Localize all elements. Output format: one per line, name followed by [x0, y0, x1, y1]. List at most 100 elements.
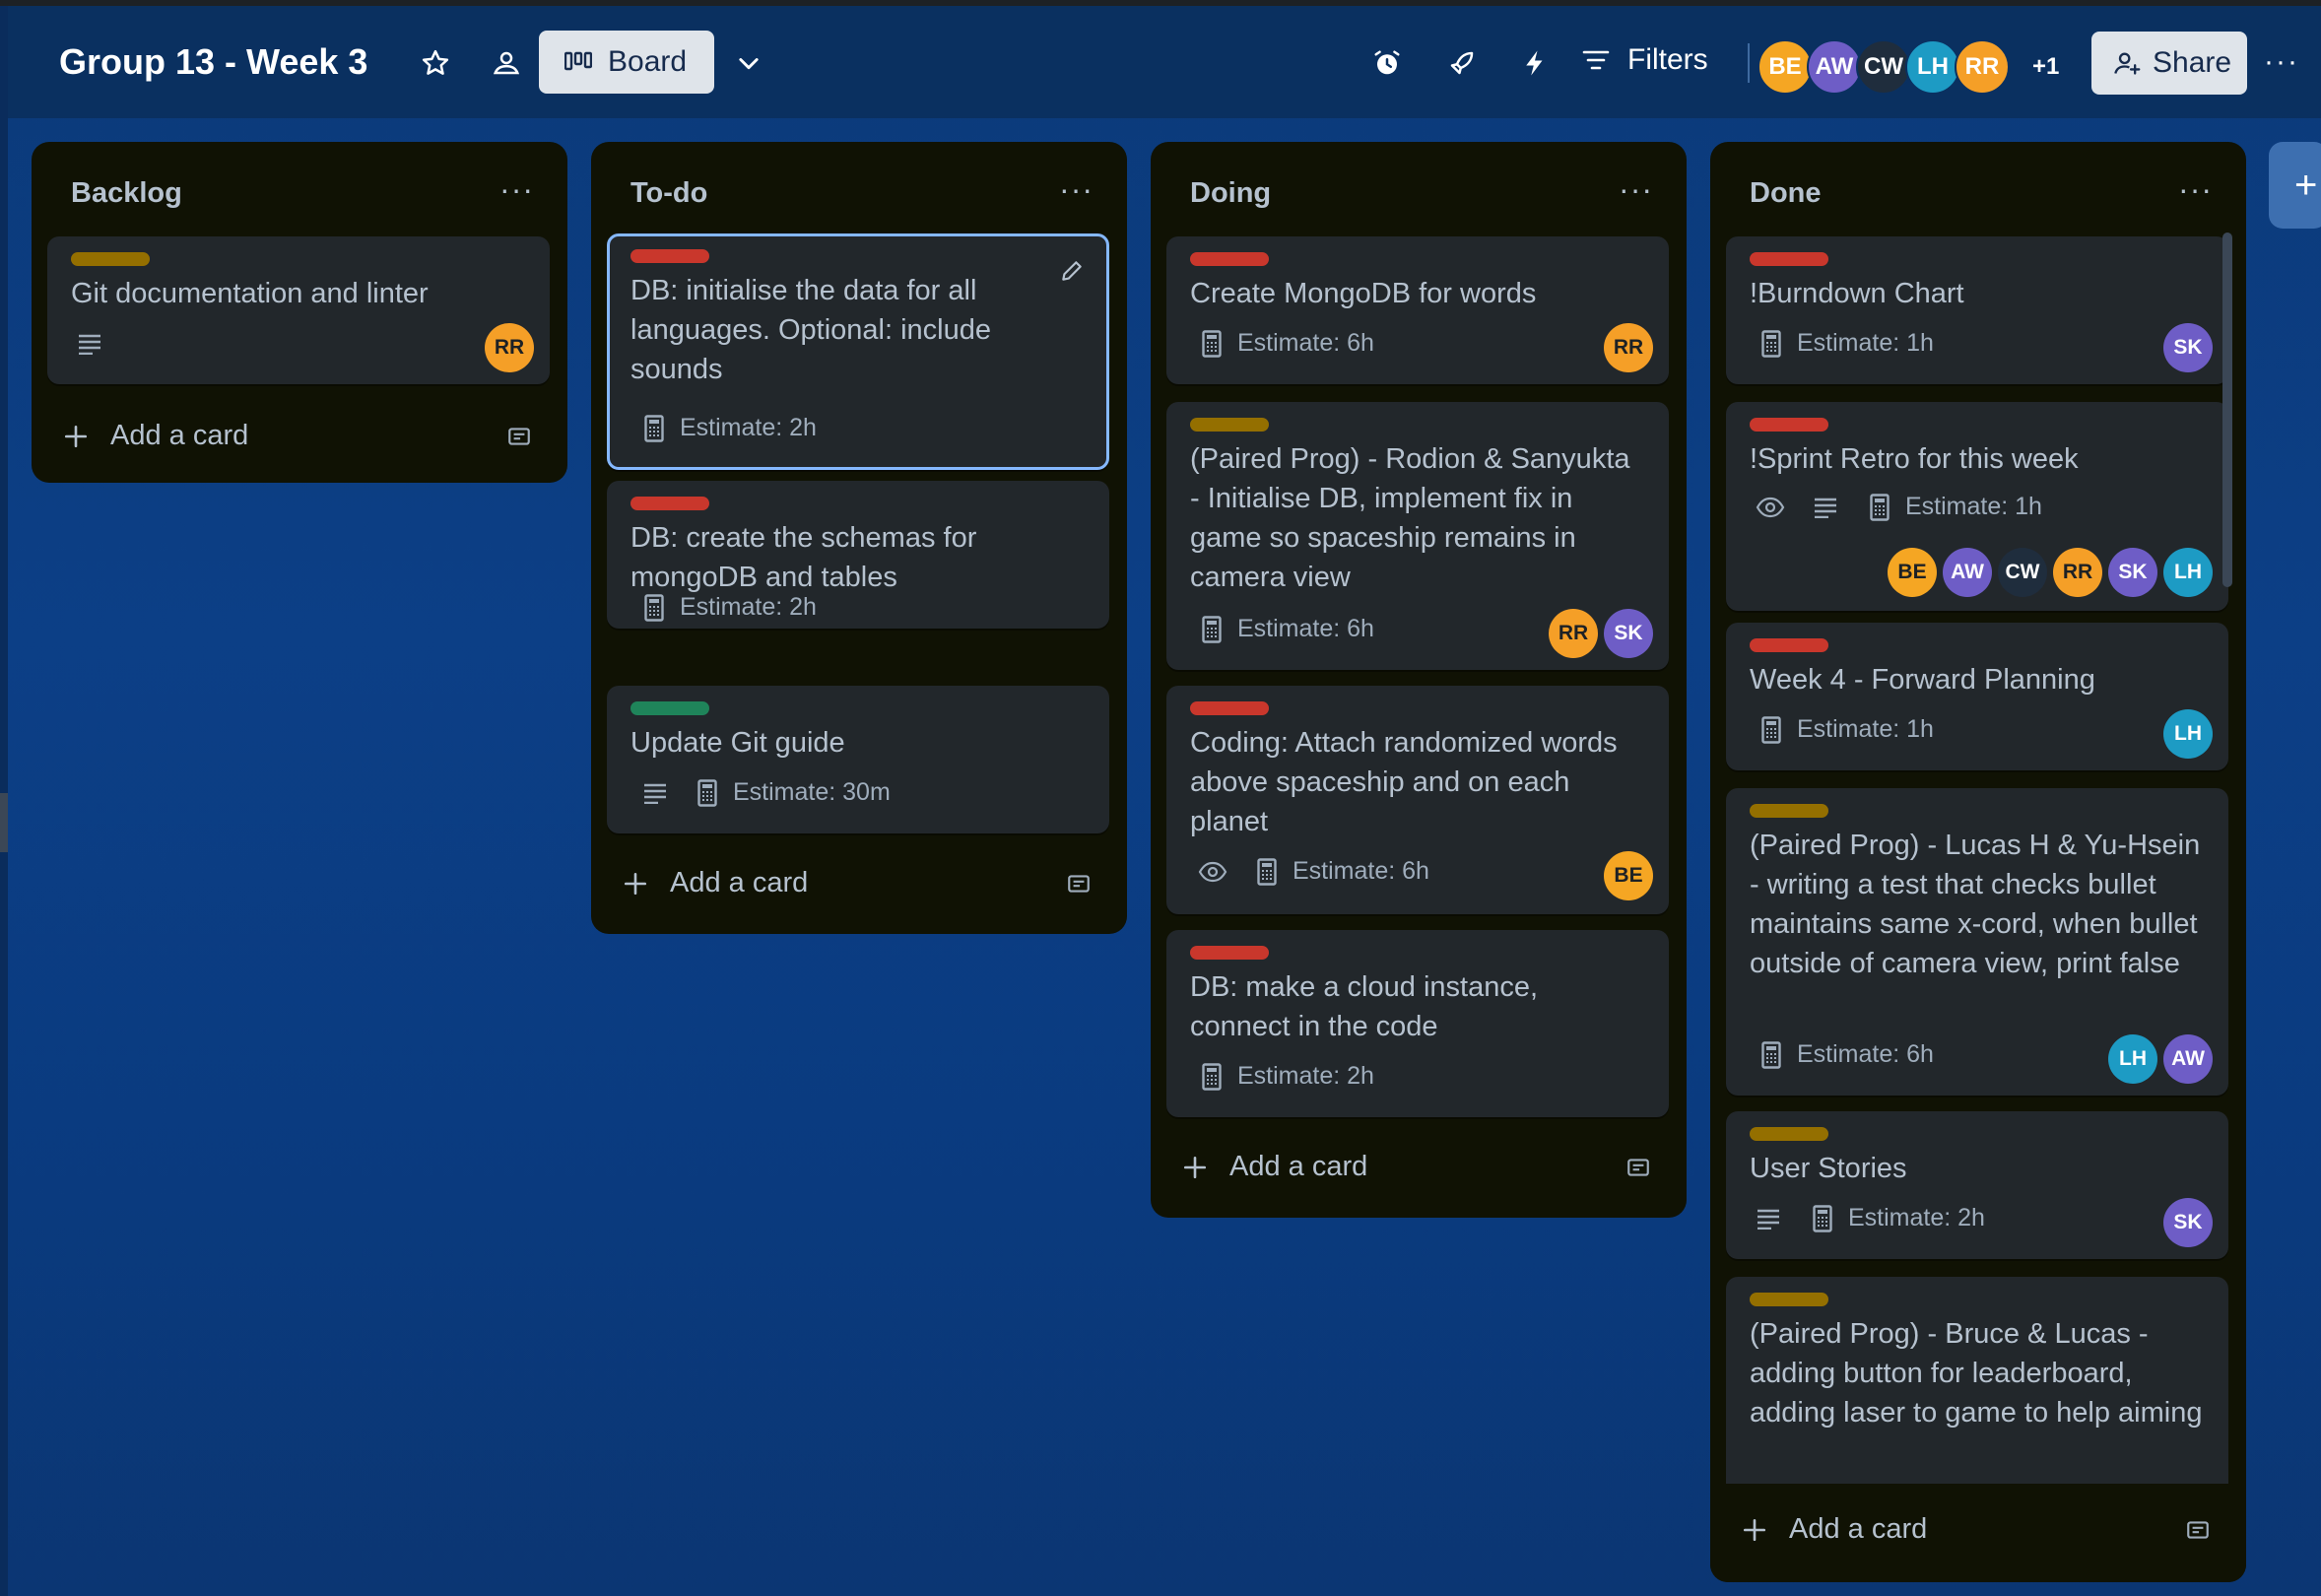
card-label[interactable]	[1190, 252, 1269, 266]
card-label[interactable]	[1750, 1127, 1828, 1141]
card[interactable]: DB: initialise the data for all language…	[607, 233, 1109, 470]
eye-icon	[1756, 497, 1785, 518]
estimate-badge: Estimate: 30m	[697, 778, 891, 807]
add-list-button[interactable]: +	[2269, 142, 2321, 229]
edit-pencil-icon[interactable]	[1059, 258, 1085, 284]
create-from-template-icon[interactable]	[2185, 1517, 2211, 1543]
member-avatar[interactable]: BE	[1757, 39, 1813, 95]
card-title: Update Git guide	[630, 727, 845, 759]
card-member-avatar[interactable]: AW	[1943, 548, 1992, 597]
estimate-badge: Estimate: 6h	[1202, 615, 1374, 643]
filters-label: Filters	[1627, 43, 1708, 76]
automation-bolt-icon[interactable]	[1511, 39, 1558, 87]
member-avatar[interactable]: AW	[1807, 39, 1862, 95]
card[interactable]: DB: make a cloud instance, connect in th…	[1166, 930, 1669, 1117]
description-badge	[1756, 1208, 1797, 1230]
add-card-button[interactable]: Add a card	[1742, 1513, 1927, 1546]
card[interactable]: !Burndown Chart Estimate: 1h SK	[1726, 236, 2228, 384]
card-title: DB: make a cloud instance, connect in th…	[1190, 971, 1539, 1042]
card-member-avatar[interactable]: RR	[1549, 609, 1598, 658]
card-member-avatar[interactable]: BE	[1604, 851, 1653, 900]
card-member-avatar[interactable]: RR	[2053, 548, 2102, 597]
card[interactable]: (Paired Prog) - Lucas H & Yu-Hsein - wri…	[1726, 788, 2228, 1096]
member-avatar[interactable]: CW	[1856, 39, 1911, 95]
card-member-avatar[interactable]: RR	[1604, 323, 1653, 372]
estimate-text: Estimate: 6h	[1293, 857, 1429, 885]
alarm-clock-icon[interactable]	[1363, 39, 1411, 87]
card-label[interactable]	[1190, 418, 1269, 432]
card-label[interactable]	[1190, 701, 1269, 715]
list-title[interactable]: Backlog	[71, 177, 182, 210]
card-member-avatar[interactable]: BE	[1888, 548, 1937, 597]
create-from-template-icon[interactable]	[1625, 1155, 1651, 1180]
calculator-icon	[1202, 1062, 1222, 1091]
card[interactable]: User Stories Estimate: 2h SK	[1726, 1111, 2228, 1259]
card-member-avatar[interactable]: RR	[485, 323, 534, 372]
add-card-button[interactable]: Add a card	[63, 420, 248, 452]
card[interactable]: Week 4 - Forward Planning Estimate: 1h L…	[1726, 623, 2228, 770]
card-label[interactable]	[630, 249, 709, 263]
card-label[interactable]	[1750, 1293, 1828, 1306]
card-member-avatar[interactable]: LH	[2108, 1034, 2157, 1084]
board-view-icon	[564, 51, 592, 73]
filters-button[interactable]: Filters	[1582, 43, 1708, 77]
card-label[interactable]	[1750, 418, 1828, 432]
member-avatar[interactable]: RR	[1955, 39, 2010, 95]
card-member-avatar[interactable]: SK	[2163, 323, 2213, 372]
card[interactable]: !Sprint Retro for this week Estimate: 1h…	[1726, 402, 2228, 611]
description-icon	[1756, 1208, 1781, 1230]
card[interactable]: Coding: Attach randomized words above sp…	[1166, 686, 1669, 914]
estimate-text: Estimate: 2h	[680, 414, 817, 441]
card-member-avatar[interactable]: SK	[1604, 609, 1653, 658]
card-label[interactable]	[71, 252, 150, 266]
list-menu-more[interactable]: ···	[2178, 171, 2213, 208]
card[interactable]: Update Git guide Estimate: 30m	[607, 686, 1109, 833]
card-member-avatar[interactable]: AW	[2163, 1034, 2213, 1084]
list-done: Done ··· !Burndown Chart Estimate: 1h SK…	[1710, 142, 2246, 1582]
list-scrollbar[interactable]	[2222, 233, 2232, 587]
board-title[interactable]: Group 13 - Week 3	[59, 41, 367, 83]
estimate-badge: Estimate: 1h	[1870, 493, 2042, 521]
card[interactable]: DB: create the schemas for mongoDB and t…	[607, 481, 1109, 629]
list-menu-more[interactable]: ···	[499, 171, 534, 208]
description-icon	[1813, 497, 1838, 518]
card[interactable]: (Paired Prog) - Bruce & Lucas - adding b…	[1726, 1277, 2228, 1513]
calculator-icon	[1870, 493, 1890, 521]
card-label[interactable]	[630, 497, 709, 510]
card-member-avatar[interactable]: CW	[1998, 548, 2047, 597]
create-from-template-icon[interactable]	[506, 424, 532, 449]
card[interactable]: (Paired Prog) - Rodion & Sanyukta - Init…	[1166, 402, 1669, 670]
card-label[interactable]	[1750, 804, 1828, 818]
card-member-avatar[interactable]: LH	[2163, 548, 2213, 597]
card[interactable]: Git documentation and linter RR	[47, 236, 550, 384]
add-card-button[interactable]: Add a card	[1182, 1151, 1367, 1183]
board-view-button[interactable]: Board	[539, 31, 714, 94]
member-avatar[interactable]: LH	[1905, 39, 1960, 95]
card-member-avatar[interactable]: SK	[2108, 548, 2157, 597]
board-menu-more[interactable]: ···	[2264, 45, 2299, 79]
estimate-badge: Estimate: 1h	[1761, 329, 1934, 358]
board-view-label: Board	[608, 45, 688, 78]
visibility-team-icon[interactable]	[483, 39, 530, 87]
card-member-avatar[interactable]: SK	[2163, 1198, 2213, 1247]
card-member-avatar[interactable]: LH	[2163, 709, 2213, 759]
card-label[interactable]	[1750, 252, 1828, 266]
rocket-icon[interactable]	[1438, 39, 1486, 87]
list-title[interactable]: Done	[1750, 177, 1822, 210]
card-label[interactable]	[630, 701, 709, 715]
chevron-down-icon[interactable]	[725, 39, 772, 87]
create-from-template-icon[interactable]	[1066, 871, 1092, 897]
list-menu-more[interactable]: ···	[1619, 171, 1653, 208]
card-label[interactable]	[1750, 638, 1828, 652]
list-title[interactable]: Doing	[1190, 177, 1271, 210]
more-members-count[interactable]: +1	[2032, 53, 2059, 81]
card[interactable]: Create MongoDB for words Estimate: 6h RR	[1166, 236, 1669, 384]
star-icon[interactable]	[412, 39, 459, 87]
list-menu-more[interactable]: ···	[1059, 171, 1094, 208]
left-edge-handle[interactable]	[0, 793, 8, 852]
card-label[interactable]	[1190, 946, 1269, 960]
add-card-button[interactable]: Add a card	[623, 867, 808, 899]
share-button[interactable]: Share	[2091, 32, 2247, 95]
list-title[interactable]: To-do	[630, 177, 707, 210]
add-card-label: Add a card	[1789, 1513, 1928, 1545]
